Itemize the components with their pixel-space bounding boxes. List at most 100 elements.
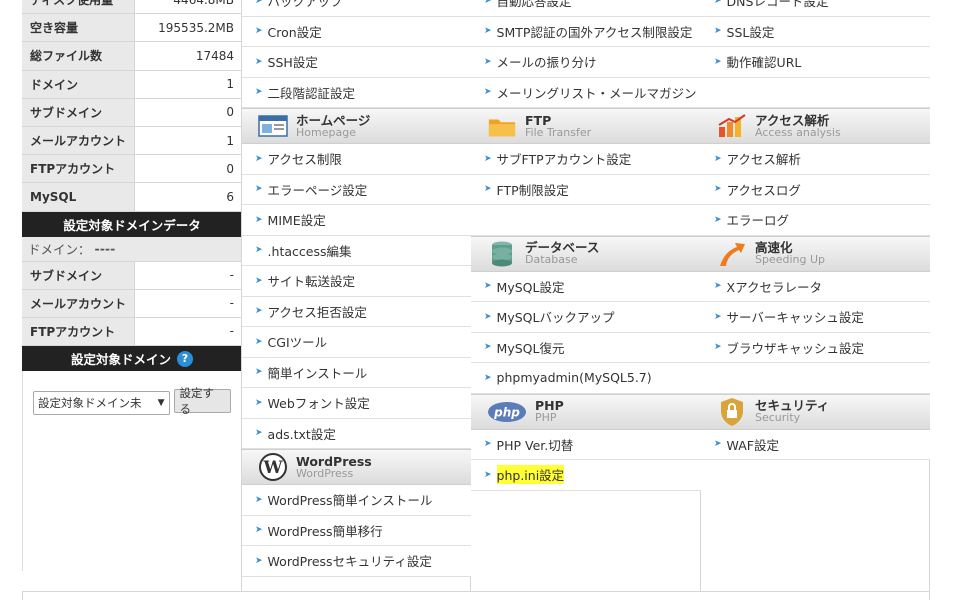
menu-item[interactable]: ➤ .htaccess編集 — [242, 235, 471, 266]
arrow-icon: ➤ — [484, 342, 492, 353]
menu-item[interactable]: ➤ MySQL設定 — [471, 271, 701, 302]
target-domain-header: 設定対象ドメイン ? — [22, 346, 242, 372]
section-header-ftp: FTP File Transfer — [471, 108, 701, 144]
menu-item[interactable]: ➤ サーバーキャッシュ設定 — [701, 302, 930, 333]
arrow-icon: ➤ — [714, 184, 722, 195]
stat-row: MySQL 6 — [22, 183, 242, 212]
menu-item[interactable]: ➤ php.ini設定 — [471, 460, 701, 491]
menu-item-label: MySQL設定 — [496, 279, 565, 295]
arrow-icon: ➤ — [714, 311, 722, 322]
arrow-icon: ➤ — [484, 311, 492, 322]
stat-label: 総ファイル数 — [22, 42, 134, 70]
menu-item[interactable]: ➤ WAF設定 — [701, 429, 930, 460]
menu-item[interactable]: ➤ Webフォント設定 — [242, 388, 471, 419]
menu-item[interactable]: ➤ WordPress簡単インストール — [242, 485, 471, 516]
menu-item[interactable]: ➤ アクセス制限 — [242, 144, 471, 175]
arrow-icon: ➤ — [484, 439, 492, 450]
footer-frame — [22, 591, 930, 600]
menu-item-label: 簡単インストール — [267, 365, 368, 381]
arrow-icon: ➤ — [255, 275, 263, 286]
menu-item[interactable]: ➤ メーリングリスト・メールマガジン — [471, 77, 701, 108]
menu-item[interactable]: ➤ アクセス解析 — [701, 144, 930, 175]
arrow-icon: ➤ — [484, 87, 492, 98]
empty-row — [701, 363, 930, 394]
menu-item-label: PHP Ver.切替 — [496, 437, 574, 453]
menu-item[interactable]: ➤ アクセス拒否設定 — [242, 296, 471, 327]
arrow-icon: ➤ — [714, 26, 722, 37]
menu-item[interactable]: ➤ SSH設定 — [242, 47, 471, 78]
menu-item[interactable]: ➤ バックアップ — [242, 0, 471, 17]
stat-value: 4464.8MB — [134, 0, 242, 14]
menu-item-label: メーリングリスト・メールマガジン — [496, 85, 697, 101]
menu-item[interactable]: ➤ DNSレコード設定 — [701, 0, 930, 17]
arrow-icon: ➤ — [484, 281, 492, 292]
menu-item[interactable]: ➤ Xアクセラレータ — [701, 271, 930, 302]
menu-item[interactable]: ➤ MySQLバックアップ — [471, 302, 701, 333]
menu-item-label: DNSレコード設定 — [726, 0, 829, 10]
section-subtitle: PHP — [535, 411, 557, 425]
menu-item[interactable]: ➤ ブラウザキャッシュ設定 — [701, 332, 930, 363]
menu-item[interactable]: ➤ 動作確認URL — [701, 47, 930, 78]
target-domain-select[interactable]: 設定対象ドメイン未 ▼ — [33, 391, 170, 416]
menu-item[interactable]: ➤ サイト転送設定 — [242, 266, 471, 297]
arrow-icon: ➤ — [714, 342, 722, 353]
menu-item[interactable]: ➤ 簡単インストール — [242, 357, 471, 388]
menu-item[interactable]: ➤ 自動応答設定 — [471, 0, 701, 17]
menu-item-label: メールの振り分け — [496, 55, 597, 71]
help-icon[interactable]: ? — [177, 350, 193, 367]
section-header-wordpress: W WordPress WordPress — [242, 449, 471, 485]
menu-item[interactable]: ➤ 二段階認証設定 — [242, 77, 471, 108]
menu-item[interactable]: ➤ エラーページ設定 — [242, 174, 471, 205]
set-domain-button[interactable]: 設定する — [173, 386, 231, 416]
menu-item[interactable]: ➤ MIME設定 — [242, 205, 471, 236]
stat-row: ドメイン 1 — [22, 70, 242, 99]
menu-item-label: アクセスログ — [726, 182, 801, 198]
stat-label: FTPアカウント — [22, 155, 134, 183]
menu-item-label: CGIツール — [267, 335, 328, 351]
arrow-icon: ➤ — [714, 56, 722, 67]
menu-item[interactable]: ➤ サブFTPアカウント設定 — [471, 144, 701, 175]
menu-item[interactable]: ➤ Cron設定 — [242, 16, 471, 47]
stat-row: メールアカウント - — [22, 289, 242, 318]
menu-item-label: 二段階認証設定 — [267, 85, 356, 101]
arrow-icon: ➤ — [255, 494, 263, 505]
menu-item-label: Xアクセラレータ — [726, 279, 822, 295]
arrow-icon: ➤ — [255, 0, 263, 6]
domain-label: ドメイン： — [28, 242, 91, 257]
section-title: WordPress — [296, 453, 372, 469]
menu-item-label: WAF設定 — [726, 437, 779, 453]
menu-item[interactable]: ➤ SMTP認証の国外アクセス制限設定 — [471, 16, 701, 47]
stat-label: FTPアカウント — [22, 317, 134, 346]
arrow-icon: ➤ — [255, 153, 263, 164]
arrow-icon: ➤ — [484, 56, 492, 67]
arrow-icon: ➤ — [255, 367, 263, 378]
stat-row: FTPアカウント - — [22, 317, 242, 347]
menu-column-3: ➤ DNSレコード設定 ➤ SSL設定 ➤ 動作確認URL アクセス解析 Access … — [701, 0, 930, 460]
menu-item[interactable]: ➤ phpmyadmin(MySQL5.7) — [471, 363, 701, 394]
menu-item[interactable]: ➤ FTP制限設定 — [471, 174, 701, 205]
menu-item-label: 動作確認URL — [726, 55, 802, 71]
arrow-icon: ➤ — [255, 525, 263, 536]
menu-item[interactable]: ➤ CGIツール — [242, 327, 471, 358]
section-subtitle: File Transfer — [525, 125, 592, 139]
menu-item[interactable]: ➤ WordPressセキュリティ設定 — [242, 546, 471, 577]
arrow-icon: ➤ — [714, 439, 722, 450]
section-header-security: セキュリティ Security — [701, 393, 930, 430]
menu-item[interactable]: ➤ PHP Ver.切替 — [471, 429, 701, 460]
shield-lock-icon — [717, 397, 747, 426]
menu-item[interactable]: ➤ WordPress簡単移行 — [242, 515, 471, 546]
menu-item-label: Webフォント設定 — [267, 396, 370, 412]
stat-value: 1 — [134, 70, 242, 98]
section-title: ホームページ — [296, 112, 371, 128]
menu-item[interactable]: ➤ SSL設定 — [701, 16, 930, 47]
menu-item[interactable]: ➤ アクセスログ — [701, 174, 930, 205]
menu-item-label: phpmyadmin(MySQL5.7) — [496, 370, 652, 386]
menu-item[interactable]: ➤ ads.txt設定 — [242, 418, 471, 449]
menu-item[interactable]: ➤ メールの振り分け — [471, 47, 701, 78]
menu-item[interactable]: ➤ MySQL復元 — [471, 332, 701, 363]
arrow-icon: ➤ — [714, 214, 722, 225]
arrow-icon: ➤ — [255, 56, 263, 67]
folder-icon — [487, 113, 517, 139]
stat-label: ドメイン — [22, 70, 134, 98]
menu-item[interactable]: ➤ エラーログ — [701, 205, 930, 236]
